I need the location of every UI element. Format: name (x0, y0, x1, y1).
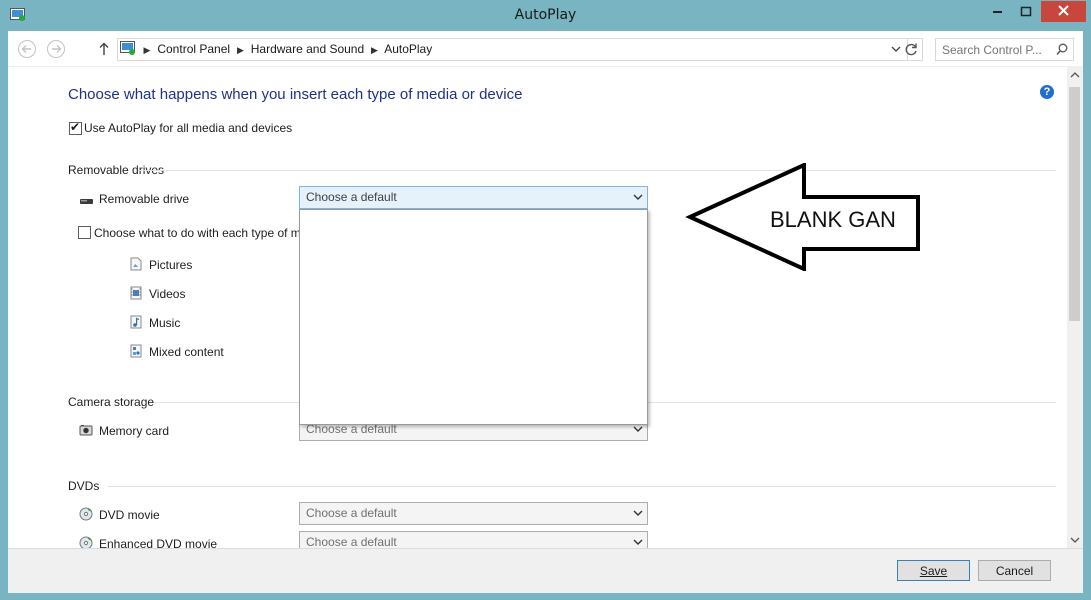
media-type-pictures: Pictures (149, 258, 193, 272)
chevron-right-icon: ▶ (371, 45, 378, 55)
up-arrow-icon (99, 42, 109, 55)
page-title: Choose what happens when you insert each… (68, 86, 523, 103)
memory-card-icon (79, 425, 93, 436)
minimize-button[interactable] (984, 2, 1012, 22)
chevron-down-icon[interactable] (891, 45, 901, 53)
breadcrumb-hardware-and-sound[interactable]: Hardware and Sound (251, 42, 364, 56)
enhanced-dvd-movie-select-value: Choose a default (306, 535, 397, 548)
annotation-text: BLANK GAN (770, 207, 896, 232)
checkmark-icon: ✔ (70, 120, 81, 134)
search-icon[interactable] (1056, 43, 1068, 56)
content-panel: Choose what happens when you insert each… (8, 67, 1067, 548)
chevron-down-icon (633, 539, 643, 545)
memory-card-label: Memory card (99, 424, 170, 438)
dvd-movie-select-value: Choose a default (306, 506, 397, 520)
enhanced-dvd-movie-label: Enhanced DVD movie (99, 537, 218, 548)
breadcrumb: ▶ Control Panel ▶ Hardware and Sound ▶ A… (140, 39, 433, 60)
forward-arrow-icon (47, 40, 65, 58)
removable-drive-select-value: Choose a default (306, 190, 397, 204)
use-autoplay-checkbox[interactable]: ✔ (69, 120, 82, 135)
control-panel-icon (120, 41, 135, 55)
footer-bar: Save Cancel (8, 548, 1083, 593)
help-icon[interactable]: ? (1040, 85, 1054, 99)
search-input[interactable] (942, 40, 1052, 59)
up-button[interactable] (94, 39, 114, 59)
chevron-down-icon (633, 510, 643, 516)
close-icon (1058, 5, 1069, 16)
cancel-button-label: Cancel (995, 564, 1034, 578)
back-arrow-icon (18, 40, 36, 58)
vertical-scrollbar[interactable] (1067, 67, 1083, 548)
section-dvds: DVDs (68, 479, 100, 493)
choose-each-type-label: Choose what to do with each type of m (94, 226, 301, 240)
scroll-down-icon[interactable] (1070, 537, 1080, 544)
navigation-bar: ▶ Control Panel ▶ Hardware and Sound ▶ A… (8, 31, 1083, 67)
title-bar[interactable]: AutoPlay (0, 0, 1091, 31)
cancel-button[interactable]: Cancel (978, 560, 1051, 581)
window-title: AutoPlay (514, 7, 577, 23)
section-camera-storage: Camera storage (68, 395, 155, 409)
save-button[interactable]: Save (897, 560, 970, 581)
autoplay-window: AutoPlay ▶ Control Panel ▶ Hardware and … (0, 0, 1091, 600)
close-button[interactable] (1041, 1, 1086, 22)
enhanced-dvd-movie-select[interactable]: Choose a default (299, 531, 648, 548)
window-client: ▶ Control Panel ▶ Hardware and Sound ▶ A… (8, 31, 1083, 593)
choose-each-type-checkbox[interactable] (78, 226, 91, 239)
maximize-button[interactable] (1012, 2, 1040, 22)
media-type-music: Music (149, 316, 181, 330)
dvd-movie-icon (79, 507, 93, 521)
refresh-icon (905, 43, 917, 56)
removable-drive-label: Removable drive (99, 192, 190, 206)
chevron-right-icon: ▶ (236, 45, 244, 55)
removable-drive-dropdown-list[interactable] (299, 209, 648, 425)
maximize-icon (1020, 6, 1032, 17)
use-autoplay-label: Use AutoPlay for all media and devices (84, 121, 293, 135)
chevron-down-icon (633, 426, 643, 432)
refresh-button[interactable] (901, 38, 923, 61)
scrollbar-thumb[interactable] (1069, 87, 1080, 321)
search-box[interactable] (935, 38, 1074, 61)
enhanced-dvd-movie-icon (79, 536, 93, 548)
breadcrumb-autoplay[interactable]: AutoPlay (384, 42, 432, 56)
minimize-icon (993, 11, 1002, 13)
videos-icon (130, 286, 142, 300)
chevron-right-icon: ▶ (143, 45, 151, 55)
address-bar[interactable]: ▶ Control Panel ▶ Hardware and Sound ▶ A… (117, 38, 908, 61)
dvd-movie-label: DVD movie (99, 508, 160, 522)
chevron-down-icon (633, 194, 643, 200)
mixed-content-icon (130, 344, 142, 358)
breadcrumb-control-panel[interactable]: Control Panel (157, 42, 230, 56)
scroll-up-icon[interactable] (1070, 71, 1080, 78)
dvd-movie-select[interactable]: Choose a default (299, 502, 648, 525)
forward-button[interactable] (46, 39, 66, 59)
pictures-icon (130, 257, 142, 271)
section-divider (108, 486, 1056, 487)
media-type-mixed-content: Mixed content (149, 345, 224, 359)
removable-drive-select[interactable]: Choose a default (299, 186, 648, 209)
music-icon (130, 315, 142, 329)
save-button-label: Save (919, 564, 948, 578)
removable-drive-icon (80, 199, 93, 204)
media-type-videos: Videos (149, 287, 186, 301)
back-button[interactable] (17, 39, 37, 59)
